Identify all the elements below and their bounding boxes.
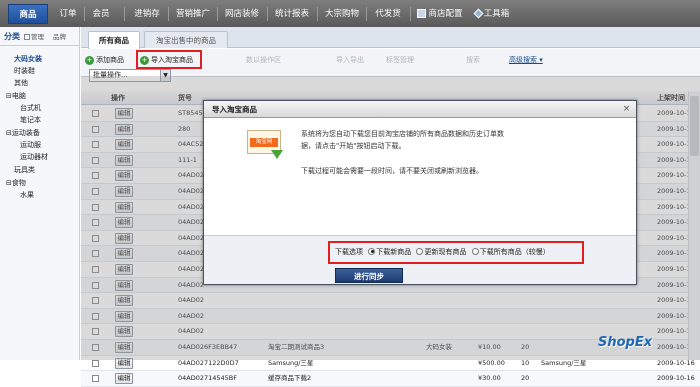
dialog-message: 系统将为您自动下载您目前淘宝店铺的所有商品数据和历史订单数据，请点击"开始"按钮… — [301, 130, 504, 150]
download-options: 下载选项 下载新商品 更新现有商品 下载所有商品（较慢） — [335, 247, 550, 258]
nav-tab-members[interactable]: 会员 — [86, 4, 116, 24]
import-export-group: 导入导出 — [336, 56, 364, 64]
advanced-search-link[interactable]: 高级搜索 ▾ — [509, 53, 543, 67]
nav-store-config[interactable]: 商店配置 — [412, 4, 468, 24]
nav-tab-store-design[interactable]: 网店装修 — [219, 4, 265, 24]
tab-all-goods[interactable]: 所有商品 — [88, 31, 140, 49]
nav-divider — [217, 7, 218, 21]
sidebar-item-desktop[interactable]: 台式机 — [20, 103, 41, 113]
sidebar-item-other[interactable]: 其他 — [14, 78, 28, 88]
option-update-existing[interactable]: 更新现有商品 — [413, 247, 467, 256]
option-label: 下载新商品 — [376, 248, 412, 256]
nav-tab-goods[interactable]: 商品 — [8, 4, 48, 24]
radio-icon — [471, 247, 479, 255]
add-goods-label: 添加商品 — [96, 56, 124, 64]
nav-tab-inventory[interactable]: 进销存 — [128, 4, 166, 24]
operation-area-group: 数以操作区 — [246, 56, 281, 64]
cell-stock: 20 — [521, 374, 530, 383]
shopex-watermark: ShopEx — [598, 335, 653, 350]
sidebar-tab-manage[interactable]: 管理 — [24, 30, 44, 44]
nav-tab-bulk-purchase[interactable]: 大宗购物 — [319, 4, 365, 24]
cell-date: 2009-10-16 — [657, 374, 695, 383]
nav-toolbox[interactable]: 工具箱 — [470, 4, 514, 24]
tag-manage-group: 标签管理 — [386, 56, 414, 64]
sidebar-tab-brand[interactable]: 品牌 — [53, 30, 66, 44]
cell-price: ¥30.00 — [478, 374, 501, 383]
row-checkbox[interactable] — [92, 375, 99, 383]
sidebar-item-plus-size-women[interactable]: 大码女装 — [14, 54, 42, 64]
sidebar-item-sports-equipment[interactable]: 运动器材 — [20, 152, 48, 162]
nav-tab-orders[interactable]: 订单 — [53, 4, 83, 24]
nav-divider — [168, 7, 169, 21]
nav-divider — [317, 7, 318, 21]
taobao-logo-text: 淘宝网 — [250, 138, 278, 147]
category-sidebar: 分类 管理 品牌 大码女装 时装鞋 其他 ⊟电脑 台式机 笔记本 ⊟运动装备 运… — [0, 27, 80, 360]
table-row: 编辑 04AD02714545BF 缓存商品下载2 ¥30.00 20 2009-10-1… — [81, 371, 700, 387]
sidebar-item-food[interactable]: ⊟食物 — [6, 178, 26, 188]
nav-divider — [124, 7, 125, 21]
nav-divider — [366, 7, 367, 21]
nav-divider — [267, 7, 268, 21]
option-download-all[interactable]: 下载所有商品（较慢） — [469, 247, 550, 256]
taobao-download-icon: 淘宝网 — [247, 130, 285, 164]
tab-taobao-on-sale[interactable]: 淘宝出售中的商品 — [144, 31, 228, 48]
nav-divider — [410, 7, 411, 21]
download-options-label: 下载选项 — [335, 248, 363, 256]
sidebar-item-sports-gear[interactable]: ⊟运动装备 — [6, 128, 40, 138]
manage-icon — [24, 34, 30, 40]
option-label: 更新现有商品 — [424, 248, 467, 256]
sidebar-item-fruit[interactable]: 水果 — [20, 190, 34, 200]
sidebar-item-sportswear[interactable]: 运动服 — [20, 140, 41, 150]
sync-button[interactable]: 进行同步 — [335, 268, 403, 283]
search-group: 搜索 — [466, 56, 480, 64]
nav-tab-dropship[interactable]: 代发货 — [368, 4, 408, 24]
store-config-icon — [417, 9, 427, 18]
sidebar-item-toys[interactable]: 玩具类 — [14, 165, 35, 175]
add-goods-button[interactable]: + 添加商品 — [85, 53, 124, 67]
nav-tab-marketing[interactable]: 营销推广 — [170, 4, 216, 24]
dialog-warning: 下载过程可能会需要一段时间，请不要关闭或刷新浏览器。 — [301, 167, 483, 175]
plus-icon: + — [85, 55, 94, 65]
dialog-footer: 下载选项 下载新商品 更新现有商品 下载所有商品（较慢） 进行同步 — [204, 235, 636, 284]
cell-name: 缓存商品下载2 — [268, 374, 312, 383]
radio-icon — [416, 247, 424, 255]
option-label: 下载所有商品（较慢） — [479, 248, 550, 256]
sidebar-item-shoes[interactable]: 时装鞋 — [14, 66, 35, 76]
sidebar-item-laptop[interactable]: 笔记本 — [20, 115, 41, 125]
cell-sku: 04AD02714545BF — [178, 374, 238, 383]
highlight-box — [136, 50, 202, 69]
sidebar-divider — [0, 45, 79, 46]
toolbox-icon — [473, 8, 484, 19]
toolbox-label: 工具箱 — [483, 9, 510, 19]
sidebar-tab-category[interactable]: 分类 — [4, 30, 20, 44]
dialog-title: 导入淘宝商品 — [204, 101, 636, 118]
option-download-new[interactable]: 下载新商品 — [365, 247, 412, 256]
nav-tab-reports[interactable]: 统计报表 — [269, 4, 315, 24]
advanced-search-label: 高级搜索 — [509, 56, 537, 64]
sidebar-tab-manage-label: 管理 — [31, 33, 44, 41]
sidebar-item-computers[interactable]: ⊟电脑 — [6, 91, 26, 101]
row-checkbox[interactable] — [92, 359, 99, 367]
top-navigation: 商品 订单 会员 进销存 营销推广 网店装修 统计报表 大宗购物 代发货 商店配… — [0, 0, 700, 27]
nav-divider — [84, 7, 85, 21]
close-icon[interactable]: × — [621, 104, 632, 115]
radio-icon — [368, 247, 376, 255]
edit-button[interactable]: 编辑 — [115, 373, 133, 385]
store-config-label: 商店配置 — [428, 9, 463, 19]
import-taobao-dialog: 导入淘宝商品 × 淘宝网 系统将为您自动下载您目前淘宝店铺的所有商品数据和历史订… — [203, 100, 637, 285]
